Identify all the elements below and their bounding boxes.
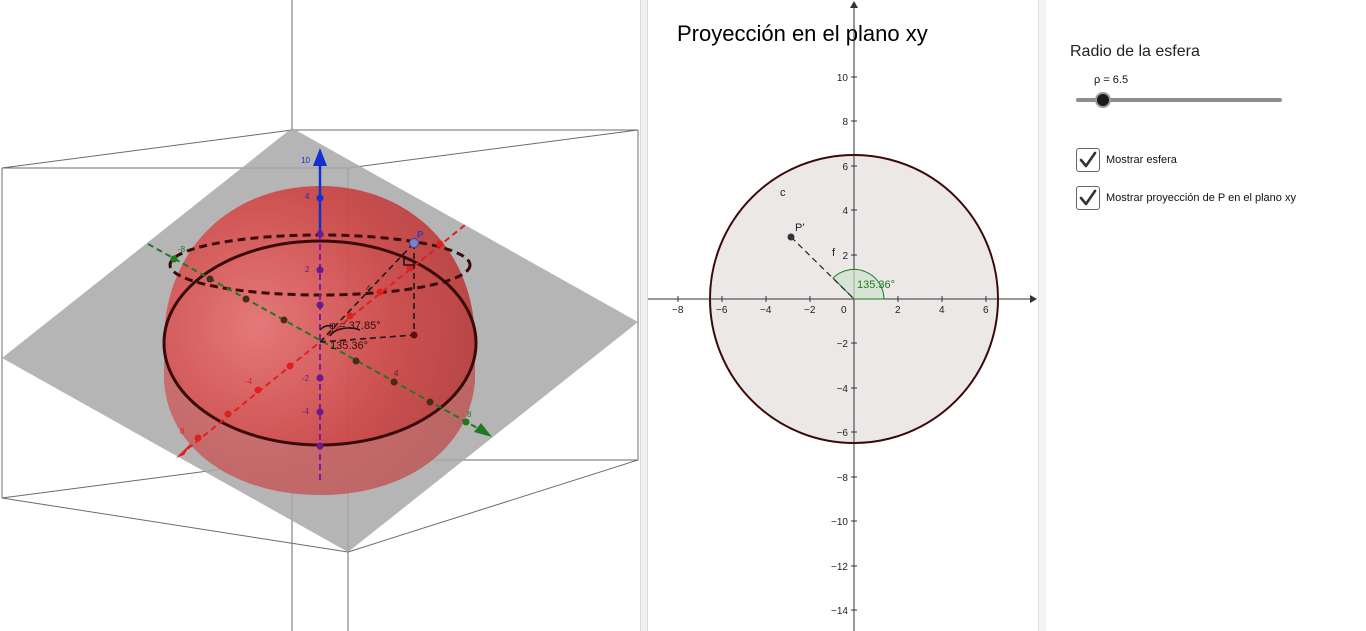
- x-tick-label-2d: −2: [804, 305, 816, 316]
- checkbox-box[interactable]: [1076, 186, 1100, 210]
- y-tick-label-2d: 8: [842, 117, 848, 128]
- point-p-label: P: [417, 230, 424, 241]
- y-tick-label-2d: 6: [842, 162, 848, 173]
- view-divider[interactable]: [640, 0, 648, 631]
- z-tick-label: 10: [301, 156, 310, 165]
- controls-panel: Radio de la esfera ρ = 6.5 Mostrar esfer…: [1046, 0, 1366, 631]
- view-divider[interactable]: [1038, 0, 1046, 631]
- y-tick-label-2d: −4: [837, 384, 849, 395]
- x-tick-label-2d: 2: [895, 305, 901, 316]
- angle-label-2d: 135.36°: [857, 279, 895, 291]
- z-tick-label: -2: [302, 374, 310, 383]
- y-tick-label-2d: 10: [837, 73, 849, 84]
- point-p-prime[interactable]: [787, 233, 795, 241]
- y-tick-label: 8: [467, 410, 472, 419]
- slider-title: Radio de la esfera: [1070, 43, 1200, 60]
- y-tick-label-2d: −6: [837, 428, 849, 439]
- x-tick-label: -4: [245, 377, 253, 386]
- checkmark-icon: [1079, 189, 1097, 206]
- checkmark-icon: [1079, 151, 1097, 168]
- view-title: Proyección en el plano xy: [677, 21, 928, 46]
- circle-c-label: c: [780, 187, 786, 199]
- x-tick-label-2d: −8: [672, 305, 684, 316]
- y-tick-label-2d: −10: [831, 517, 848, 528]
- y-tick-label-2d: −2: [837, 339, 849, 350]
- show-sphere-checkbox[interactable]: Mostrar esfera: [1076, 148, 1177, 172]
- angle-theta-label: 135.36°: [330, 340, 368, 352]
- checkbox-label: Mostrar esfera: [1106, 154, 1177, 166]
- graphics-2d-canvas[interactable]: Proyección en el plano xy −8 −6 −4 −2 0 …: [648, 0, 1038, 631]
- x-tick-label-2d: −6: [716, 305, 728, 316]
- angle-phi-label: φ = 37.85°: [329, 320, 381, 332]
- y-tick-label-2d: 2: [842, 251, 848, 262]
- show-projection-checkbox[interactable]: Mostrar proyección de P en el plano xy: [1076, 186, 1296, 210]
- graphics-3d-view[interactable]: 10 4 2 -2 -4 -8 8 8 -4 4 4 P φ = 37.85° …: [0, 0, 640, 631]
- z-tick-label: 2: [305, 265, 310, 274]
- y-tick-label-2d: 4: [842, 206, 848, 217]
- y-tick-label-2d: −8: [837, 473, 849, 484]
- y-tick-label: 4: [394, 369, 399, 378]
- graphics-3d-canvas[interactable]: 10 4 2 -2 -4 -8 8 8 -4 4 4 P φ = 37.85° …: [0, 0, 640, 631]
- y-tick-label: -8: [178, 245, 186, 254]
- z-tick-label: -4: [302, 407, 310, 416]
- graphics-2d-view[interactable]: Proyección en el plano xy −8 −6 −4 −2 0 …: [648, 0, 1038, 631]
- x-tick-label-2d: 4: [939, 305, 945, 316]
- radius-slider-thumb[interactable]: [1095, 92, 1111, 108]
- x-tick-label-2d: −4: [760, 305, 772, 316]
- point-p-prime-label: P': [795, 222, 804, 234]
- checkbox-label: Mostrar proyección de P en el plano xy: [1106, 192, 1296, 204]
- y-tick-label-2d: −12: [831, 562, 848, 573]
- z-tick-label: 4: [305, 192, 310, 201]
- x-tick-label-2d: 6: [983, 305, 989, 316]
- x-tick-label: 8: [180, 427, 185, 436]
- origin-label-2d: 0: [841, 305, 847, 316]
- checkbox-box[interactable]: [1076, 148, 1100, 172]
- point-projection-3d[interactable]: [410, 331, 418, 339]
- slider-value-label: ρ = 6.5: [1094, 74, 1129, 86]
- y-tick-label-2d: −14: [831, 606, 848, 617]
